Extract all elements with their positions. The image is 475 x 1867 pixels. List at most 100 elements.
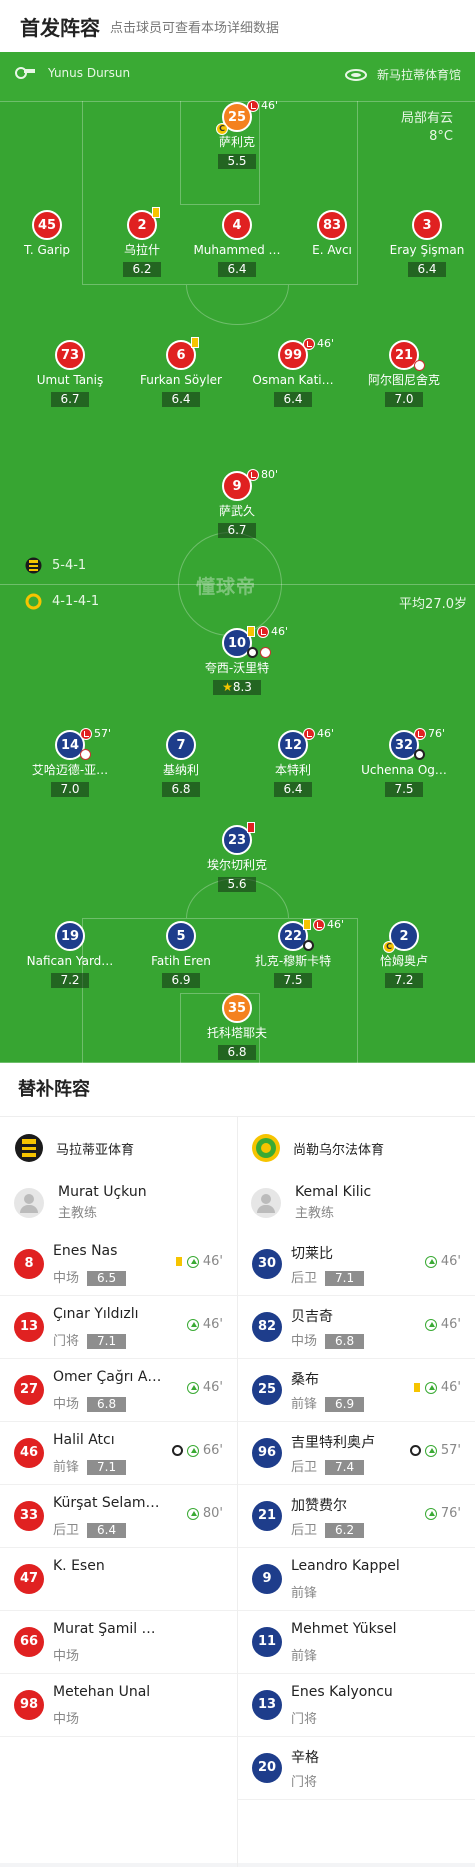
player-position: 中场 6.5: [53, 1267, 127, 1286]
away-player[interactable]: 35 托科塔耶夫 6.8: [182, 993, 292, 1060]
home-player[interactable]: 25 萨利克 5.5: [182, 102, 292, 169]
whistle-icon: [15, 67, 35, 79]
player-rating: 6.4: [218, 262, 256, 277]
player-number: 3: [412, 210, 442, 240]
sub-player-row[interactable]: 98 Metehan Ünal 中场: [0, 1674, 237, 1737]
sub-event: 57': [409, 1443, 461, 1458]
sub-player-row[interactable]: 27 Ömer Çağrı A… 中场 6.8 46': [0, 1359, 237, 1422]
player-name: Uchenna Og…: [361, 763, 447, 777]
home-player[interactable]: 21 阿尔图尼舍克 7.0: [349, 340, 459, 407]
home-player[interactable]: 3 Eray Şişman 6.4: [372, 210, 475, 277]
player-name: 基纳利: [162, 763, 199, 777]
player-number: 7: [166, 730, 196, 760]
avatar: [14, 1188, 44, 1218]
sub-player-row[interactable]: 30 切莱比 后卫 7.1 46': [238, 1233, 475, 1296]
page-subtitle: 点击球员可查看本场详细数据: [110, 20, 280, 36]
sub-player-row[interactable]: 82 贝吉奇 中场 6.8 46': [238, 1296, 475, 1359]
page-header: 首发阵容 点击球员可查看本场详细数据: [0, 0, 475, 52]
home-team-header[interactable]: 马拉蒂亚体育: [14, 1133, 134, 1163]
sub-player-row[interactable]: 13 Enes Kalyoncu 门将: [238, 1674, 475, 1737]
player-name: 夸西-沃里特: [204, 661, 270, 675]
player-number: 82: [252, 1312, 282, 1342]
sub-player-row[interactable]: 66 Murat Şamil … 中场: [0, 1611, 237, 1674]
home-coach[interactable]: Murat Uçkun 主教练: [14, 1182, 147, 1224]
away-player[interactable]: 5 Fatih Eren 6.9: [126, 921, 236, 988]
home-player[interactable]: 4 Muhammed … 6.4: [182, 210, 292, 277]
card-indicator: [152, 207, 160, 218]
player-number: 83: [317, 210, 347, 240]
player-name: 本特利: [274, 763, 311, 777]
goal-icon: [247, 647, 258, 658]
player-name: 加赞费尔: [291, 1498, 347, 1514]
away-player[interactable]: 10 夸西-沃里特 ★8.3: [182, 628, 292, 695]
sub-minute: 57': [94, 727, 112, 740]
sub-player-row[interactable]: 47 K. Esen: [0, 1548, 237, 1611]
player-number: 96: [252, 1438, 282, 1468]
sub-player-row[interactable]: 11 Mehmet Yüksel 前锋: [238, 1611, 475, 1674]
sub-minute: 46': [440, 1380, 461, 1395]
sub-minute: 46': [327, 918, 345, 931]
player-number: 13: [252, 1690, 282, 1720]
sub-player-row[interactable]: 20 辛格 门将: [238, 1737, 475, 1800]
player-position: 后卫 7.4: [291, 1456, 365, 1475]
sub-minute: 46': [202, 1254, 223, 1269]
player-number: 33: [14, 1501, 44, 1531]
page-title: 首发阵容: [20, 15, 100, 40]
away-player[interactable]: 32 Uchenna Og… 7.5: [349, 730, 459, 797]
away-player[interactable]: 7 基纳利 6.8: [126, 730, 236, 797]
player-rating: 6.2: [123, 262, 161, 277]
sub-minute: 76': [428, 727, 446, 740]
player-name: 桑布: [291, 1372, 319, 1388]
player-rating: 6.4: [274, 392, 312, 407]
sub-event: 66': [171, 1443, 223, 1458]
assist-icon: [414, 360, 425, 371]
player-number: 4: [222, 210, 252, 240]
player-number: 19: [55, 921, 85, 951]
away-player[interactable]: 12 本特利 6.4: [238, 730, 348, 797]
sub-player-row[interactable]: 21 加赞费尔 后卫 6.2 76': [238, 1485, 475, 1548]
sub-player-row[interactable]: 8 Enes Nas 中场 6.5 46': [0, 1233, 237, 1296]
home-team-badge-icon: [15, 1134, 43, 1162]
away-player[interactable]: 19 Nafican Yard… 7.2: [15, 921, 125, 988]
sub-minute: 46': [261, 99, 279, 112]
player-name: Leandro Kappel: [291, 1558, 400, 1574]
player-number: 35: [222, 993, 252, 1023]
player-rating: 6.5: [87, 1271, 127, 1286]
sub-player-row[interactable]: 9 Leandro Kappel 前锋: [238, 1548, 475, 1611]
player-name: 托科塔耶夫: [206, 1026, 267, 1040]
player-name: Çınar Yıldızlı: [53, 1306, 139, 1322]
assist-icon: [80, 749, 91, 760]
home-player[interactable]: 6 Furkan Söyler 6.4: [126, 340, 236, 407]
home-player[interactable]: 83 E. Avcı: [277, 210, 387, 258]
player-position: 后卫 7.1: [291, 1267, 365, 1286]
away-player[interactable]: 2 恰姆奥卢 7.2: [349, 921, 459, 988]
away-coach[interactable]: Kemal Kilic 主教练: [251, 1182, 371, 1224]
player-name: Muhammed …: [193, 243, 281, 257]
player-rating: 7.1: [325, 1271, 365, 1286]
player-position: 后卫 6.4: [53, 1519, 127, 1538]
sub-player-row[interactable]: 96 吉里特利奥卢 后卫 7.4 57': [238, 1422, 475, 1485]
player-number: 66: [14, 1627, 44, 1657]
away-player[interactable]: 22 扎克-穆斯卡特 7.5: [238, 921, 348, 988]
sub-player-row[interactable]: 33 Kürşat Selam… 后卫 6.4 80': [0, 1485, 237, 1548]
away-team-header[interactable]: 尚勒乌尔法体育: [251, 1133, 384, 1163]
player-name: 阿尔图尼舍克: [367, 373, 440, 387]
sub-out-icon: [247, 468, 259, 481]
away-player[interactable]: 14 艾哈迈德-亚… 7.0: [15, 730, 125, 797]
sub-event: 46': [186, 1380, 223, 1395]
venue-info: 新马拉蒂体育馆: [344, 66, 461, 83]
sub-event: 76': [424, 1506, 461, 1521]
sub-player-row[interactable]: 25 桑布 前锋 6.9 46': [238, 1359, 475, 1422]
home-player[interactable]: 99 Osman Kati… 6.4: [238, 340, 348, 407]
player-rating: ★8.3: [213, 680, 261, 695]
away-player[interactable]: 23 埃尔切利克 5.6: [182, 825, 292, 892]
sub-player-row[interactable]: 46 Halil Atcı 前锋 7.1 66': [0, 1422, 237, 1485]
sub-minute: 46': [317, 337, 335, 350]
sub-player-row[interactable]: 13 Çınar Yıldızlı 门将 7.1 46': [0, 1296, 237, 1359]
captain-badge: C: [216, 123, 228, 135]
home-player[interactable]: 73 Umut Taniş 6.7: [15, 340, 125, 407]
player-rating: 6.8: [325, 1334, 365, 1349]
home-player[interactable]: 9 萨武久 6.7: [182, 471, 292, 538]
home-player[interactable]: 2 乌拉什 6.2: [87, 210, 197, 277]
away-formation: 4-1-4-1: [25, 593, 99, 610]
